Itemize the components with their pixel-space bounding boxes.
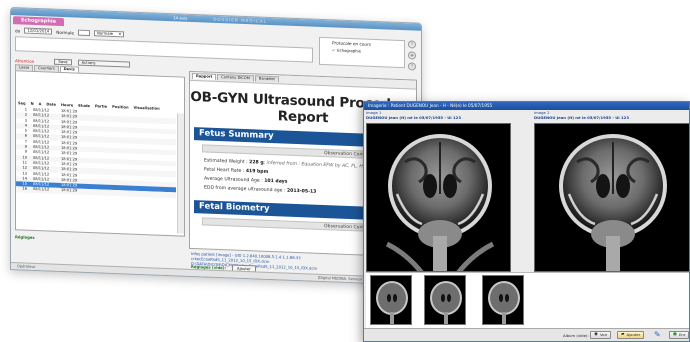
protocol-item-label: Echographie: [337, 47, 361, 54]
protocol-panel: Protocole en cours ✔ Echographie: [319, 36, 405, 69]
viewer-titlebar: Imagerie : Patient DUGENOU Jean - H - Né…: [364, 102, 689, 110]
imaging-viewer-window: Imagerie : Patient DUGENOU Jean - H - Né…: [363, 101, 690, 342]
list-item-number: 16: [22, 186, 27, 192]
actions-button[interactable]: Actions: [77, 59, 130, 68]
line-label: Fetal Heart Rate :: [204, 167, 245, 175]
thumbnail-strip: [366, 272, 689, 329]
save-image-button[interactable]: ● Enr: [669, 331, 689, 339]
list-rows: 1 08/11/12 18:01:29 2 08/11/12 18:01:29 3 08/11…: [16, 107, 176, 199]
list-column-header[interactable]: Visualisation: [134, 106, 160, 111]
line-label: Estimated Weight :: [204, 158, 248, 166]
back-window-titlebar: 14 avis DOSSIER MEDICAL: [11, 8, 421, 31]
brain-mri-icon: [430, 281, 462, 324]
list-scrollbar[interactable]: [177, 113, 184, 234]
line-value: 2013-05-13: [286, 188, 317, 195]
viewer-bottom-bar: Album (vide): ◉ Voir ▰ Ajouter ✎ ● Enr: [364, 328, 689, 341]
thumbnail-2[interactable]: [424, 275, 466, 325]
view-button-label: Voir: [599, 332, 608, 337]
status-left: Opérateur: [17, 264, 36, 269]
context-select-value: Normale: [96, 30, 114, 36]
list-footer-label: Réglages: [15, 234, 35, 240]
image-1-patient: DUGENOU Jean (H) né le 05/07/1955 - UI 1…: [366, 114, 461, 120]
line-label: EDD from average ultrasound age :: [204, 185, 286, 194]
folder-icon: ▰: [621, 332, 625, 337]
add-image-button-label: Ajouter: [626, 332, 641, 337]
brain-mri-icon: [559, 134, 667, 271]
exam-tab[interactable]: Echographie: [13, 16, 65, 27]
tab-rapport[interactable]: Rapport: [192, 72, 217, 80]
list-column-header[interactable]: A: [39, 102, 42, 106]
image-2-patient: DUGENOU Jean (H) né le 05/07/1955 - UI 1…: [534, 114, 629, 120]
side-buttons: ? ⊕ ?: [408, 40, 416, 71]
save-image-button-label: Enr: [678, 332, 686, 337]
add-button[interactable]: ⊕: [408, 51, 416, 60]
checkmark-icon: ✔: [332, 47, 336, 53]
list-column-header[interactable]: Position: [112, 105, 128, 110]
chevron-down-icon: ▾: [119, 31, 121, 37]
report-tabs: Rapport Contenu DICOM Bandelet: [190, 71, 416, 90]
image-1-caption: Image 1 DUGENOU Jean (H) né le 05/07/195…: [366, 110, 461, 120]
add-image-button[interactable]: ▰ Ajouter: [617, 331, 645, 339]
brain-mri-icon: [376, 281, 408, 324]
tools-icon[interactable]: ✎: [654, 330, 661, 339]
date-input[interactable]: 12/01/2014: [24, 27, 53, 35]
line-value: 101 days: [264, 178, 288, 185]
list-column-header[interactable]: Seq: [18, 101, 26, 105]
album-caption: Album (vide):: [563, 333, 589, 338]
back-window-header: DOSSIER MEDICAL: [213, 16, 267, 24]
list-item-time: 18:01:29: [61, 188, 78, 194]
list-column-header[interactable]: N: [31, 102, 34, 106]
tab-contenu-dicom[interactable]: Contenu DICOM: [217, 73, 254, 82]
save-icon: ●: [673, 332, 677, 337]
date-label: du: [15, 27, 21, 33]
image-series-list: Seq N A Date Heure Etude Partie Position Visuali…: [15, 70, 185, 237]
alert-label[interactable]: Attention: [15, 58, 34, 64]
patient-record-window: 14 avis DOSSIER MEDICAL Echographie du 1…: [10, 7, 422, 286]
brain-mri-icon: [385, 134, 495, 271]
info-button[interactable]: ?: [408, 62, 416, 71]
image-2-caption: Image 2 DUGENOU Jean (H) né le 05/07/195…: [534, 110, 629, 120]
view-button[interactable]: ◉ Voir: [590, 331, 612, 339]
line-label: Average Ultrasound Age :: [204, 176, 263, 184]
mri-image-2[interactable]: [534, 123, 689, 272]
line-value: 419 bpm: [245, 169, 269, 175]
list-column-header[interactable]: Etude: [78, 104, 90, 108]
eye-icon: ◉: [594, 332, 598, 337]
list-item-date: 08/11/12: [33, 187, 50, 192]
context-label: Normale: [56, 29, 74, 35]
back-window-title: 14 avis: [173, 15, 188, 21]
thumbnail-1[interactable]: [370, 275, 412, 325]
brain-mri-icon: [488, 281, 520, 324]
mri-image-1[interactable]: [366, 123, 511, 272]
context-select[interactable]: Normale ▾: [93, 30, 124, 38]
list-column-header[interactable]: Date: [46, 102, 56, 106]
list-column-header[interactable]: Partie: [95, 104, 107, 108]
thumbnail-3[interactable]: [482, 275, 524, 325]
protocol-item[interactable]: ✔ Echographie: [332, 47, 402, 55]
tab-bandelet[interactable]: Bandelet: [254, 75, 279, 83]
context-input[interactable]: [77, 29, 90, 37]
help-button[interactable]: ?: [408, 40, 416, 49]
list-column-header[interactable]: Heure: [61, 103, 73, 107]
line-value: 228 g: [249, 160, 264, 166]
save-button[interactable]: Save: [54, 58, 72, 66]
